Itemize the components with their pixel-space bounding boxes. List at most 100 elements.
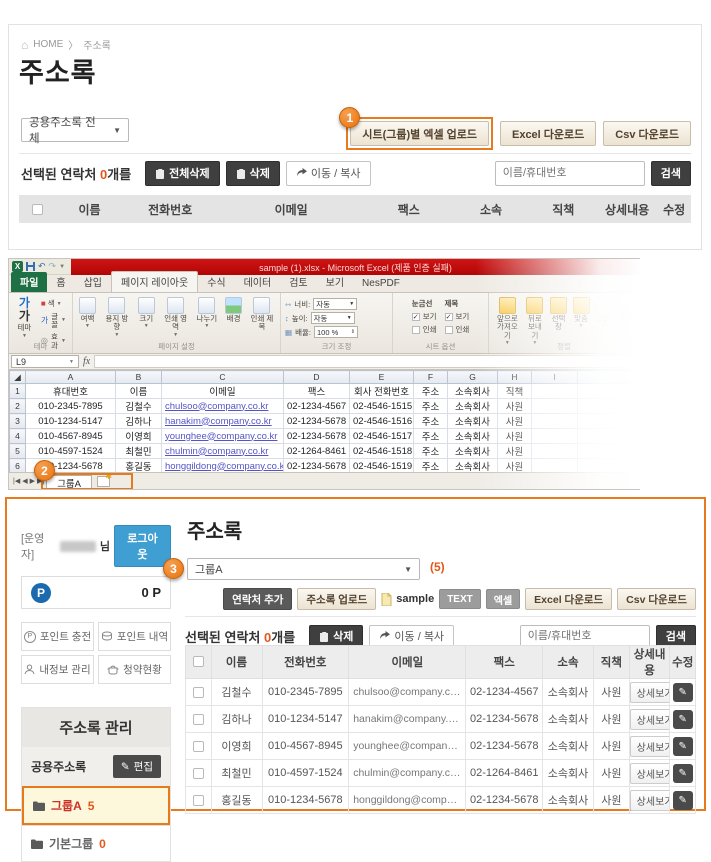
tab-nespdf[interactable]: NesPDF [353, 276, 409, 292]
theme-colors-button[interactable]: ■색▼ [39, 299, 68, 310]
fx-icon[interactable]: fx [83, 356, 90, 367]
cell[interactable]: hanakim@company.co.kr [162, 414, 284, 429]
cell[interactable] [532, 384, 578, 399]
cell[interactable]: 주소 [414, 399, 448, 414]
prev-sheet-icon[interactable]: ◀ [22, 477, 27, 485]
search-input[interactable] [495, 161, 645, 186]
cell[interactable]: 사원 [498, 414, 532, 429]
row-header[interactable]: 5 [10, 444, 26, 459]
csv-download-button[interactable]: Csv 다운로드 [603, 121, 691, 146]
cell[interactable]: 사원 [498, 429, 532, 444]
sheet-group-excel-upload-button[interactable]: 시트(그룹)별 엑셀 업로드 [350, 121, 489, 146]
customize-qat-icon[interactable]: ▼ [59, 264, 65, 270]
cell[interactable]: 소속회사 [448, 384, 498, 399]
tab-page-layout[interactable]: 페이지 레이아웃 [111, 271, 198, 292]
col-header[interactable]: I [532, 371, 578, 384]
my-info-button[interactable]: 내정보 관리 [21, 655, 94, 684]
col-header[interactable]: G [448, 371, 498, 384]
tab-insert[interactable]: 삽입 [75, 272, 111, 292]
subscription-status-button[interactable]: 청약현황 [98, 655, 171, 684]
row-checkbox[interactable] [193, 741, 204, 752]
cell[interactable]: 02-4546-1517 [350, 429, 414, 444]
row-header[interactable]: 2 [10, 399, 26, 414]
headings-print-checkbox[interactable]: 인쇄 [445, 324, 470, 335]
detail-button[interactable]: 상세보기 [630, 790, 670, 811]
bring-forward-button[interactable]: 앞으로 가져오기▼ [493, 296, 522, 347]
edit-contact-button[interactable]: ✎ [673, 710, 693, 729]
email-link[interactable]: chulsoo@company.co.kr [165, 401, 268, 412]
width-select[interactable]: 자동▼ [313, 298, 357, 310]
cell[interactable]: 010-2345-7895 [26, 399, 116, 414]
cell[interactable]: 02-1234-5678 [284, 414, 350, 429]
background-button[interactable]: 배경 [223, 296, 244, 339]
cell[interactable]: chulmin@company.co.kr [162, 444, 284, 459]
cell[interactable] [532, 414, 578, 429]
cell[interactable]: 사원 [498, 399, 532, 414]
orientation-button[interactable]: 용지 방향▼ [102, 296, 132, 339]
col-header[interactable]: B [116, 371, 162, 384]
detail-button[interactable]: 상세보기 [630, 709, 670, 730]
tab-home[interactable]: 홈 [47, 272, 74, 292]
point-charge-button[interactable]: P 포인트 충전 [21, 622, 94, 651]
cell[interactable]: 주소 [414, 414, 448, 429]
col-header[interactable]: D [284, 371, 350, 384]
row-header[interactable]: 3 [10, 414, 26, 429]
cell[interactable]: 팩스 [284, 384, 350, 399]
cell[interactable]: 02-4546-1515 [350, 399, 414, 414]
row-checkbox[interactable] [193, 768, 204, 779]
detail-button[interactable]: 상세보기 [630, 682, 670, 703]
detail-button[interactable]: 상세보기 [630, 763, 670, 784]
cell-name-box[interactable]: L9▼ [11, 355, 79, 368]
first-sheet-icon[interactable]: |◀ [13, 477, 20, 485]
cell[interactable]: 김철수 [116, 399, 162, 414]
cell[interactable]: 김하나 [116, 414, 162, 429]
breadcrumb-home[interactable]: HOME [33, 39, 63, 50]
selection-pane-button[interactable]: 선택 창 [548, 296, 569, 347]
row-checkbox[interactable] [193, 687, 204, 698]
row-header[interactable]: 1 [10, 384, 26, 399]
cell[interactable]: chulsoo@company.co.kr [162, 399, 284, 414]
row-header[interactable]: 4 [10, 429, 26, 444]
edit-button[interactable]: ✎ 편집 [113, 755, 161, 778]
edit-contact-button[interactable]: ✎ [673, 764, 693, 783]
next-sheet-icon[interactable]: ▶ [30, 477, 35, 485]
cell[interactable]: 02-1264-8461 [284, 444, 350, 459]
print-area-button[interactable]: 인쇄 영역▼ [161, 296, 191, 339]
cell[interactable]: 소속회사 [448, 444, 498, 459]
cell[interactable]: 02-4546-1516 [350, 414, 414, 429]
delete-button[interactable]: 삭제 [226, 161, 280, 186]
row-checkbox[interactable] [193, 795, 204, 806]
excel-download-button[interactable]: Excel 다운로드 [500, 121, 596, 146]
row-checkbox[interactable] [193, 714, 204, 725]
cell[interactable] [532, 444, 578, 459]
cell[interactable]: 소속회사 [448, 399, 498, 414]
select-all-checkbox[interactable] [32, 204, 43, 215]
rotate-button[interactable]: 회전▼ [615, 296, 635, 347]
redo-icon[interactable]: ↷ [49, 261, 57, 272]
tab-review[interactable]: 검토 [280, 272, 316, 292]
cell[interactable]: 소속회사 [448, 429, 498, 444]
send-backward-button[interactable]: 뒤로 보내기▼ [524, 296, 546, 347]
undo-icon[interactable]: ↶ [38, 261, 46, 272]
gridlines-view-checkbox[interactable]: ✓보기 [412, 311, 437, 322]
cell[interactable]: 010-4597-1524 [26, 444, 116, 459]
select-all-checkbox[interactable] [193, 656, 204, 667]
tab-view[interactable]: 보기 [317, 272, 353, 292]
cell[interactable] [578, 384, 641, 399]
cell[interactable]: 02-1234-4567 [284, 399, 350, 414]
cell[interactable]: 주소 [414, 444, 448, 459]
cell[interactable] [532, 429, 578, 444]
col-header[interactable]: E [350, 371, 414, 384]
height-select[interactable]: 자동▼ [311, 312, 355, 324]
sample-excel-button[interactable]: 엑셀 [486, 589, 520, 609]
insert-sheet-icon[interactable] [97, 476, 110, 487]
delete-all-button[interactable]: 전체삭제 [145, 161, 219, 186]
email-link[interactable]: younghee@company.co.kr [165, 431, 277, 442]
email-link[interactable]: hanakim@company.co.kr [165, 416, 272, 427]
cell[interactable]: 이메일 [162, 384, 284, 399]
print-titles-button[interactable]: 인쇄 제목 [248, 296, 276, 339]
sheet-tab-groupA[interactable]: 그룹A [46, 475, 92, 489]
grid-corner[interactable]: ◢ [10, 371, 26, 384]
email-link[interactable]: chulmin@company.co.kr [165, 446, 268, 457]
edit-contact-button[interactable]: ✎ [673, 791, 693, 810]
